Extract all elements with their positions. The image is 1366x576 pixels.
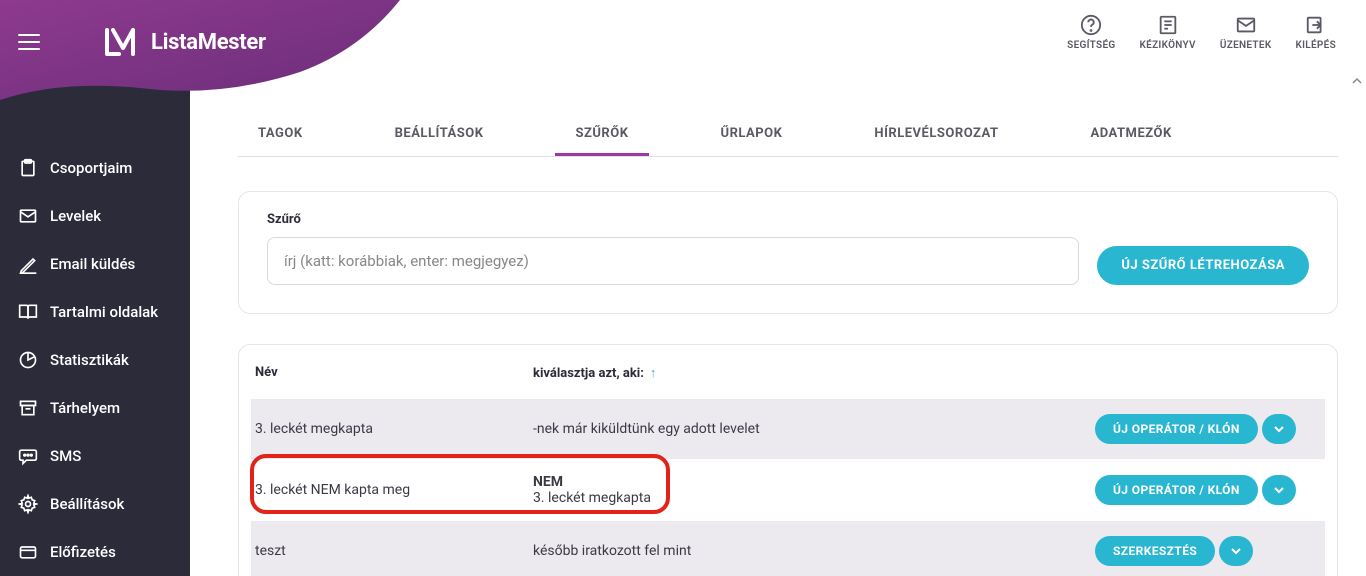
sidebar-item-sms[interactable]: SMS: [0, 432, 190, 480]
col-header-name[interactable]: Név: [251, 365, 533, 381]
archive-icon: [18, 398, 38, 418]
scroll-up-icon[interactable]: [1352, 76, 1362, 86]
row-desc: -nek már kiküldtünk egy adott levelet: [533, 421, 1095, 437]
tab-members[interactable]: TAGOK: [238, 114, 323, 156]
logout-label: KILÉPÉS: [1295, 40, 1336, 51]
sidebar-item-label: Csoportjaim: [50, 159, 132, 177]
tabs: TAGOK BEÁLLÍTÁSOK SZŰRŐK ŰRLAPOK HÍRLEVÉ…: [238, 114, 1338, 157]
sidebar-item-subscription[interactable]: Előfizetés: [0, 528, 190, 576]
sidebar-item-label: Beállítások: [50, 495, 124, 513]
tab-settings[interactable]: BEÁLLÍTÁSOK: [375, 114, 504, 156]
chevron-down-icon: [1231, 546, 1241, 556]
operator-clone-button[interactable]: ÚJ OPERÁTOR / KLÓN: [1095, 414, 1258, 444]
row-desc: később iratkozott fel mint: [533, 543, 1095, 559]
help-label: SEGÍTSÉG: [1067, 40, 1115, 51]
tab-forms[interactable]: ŰRLAPOK: [701, 114, 803, 156]
card-icon: [18, 542, 38, 562]
chat-icon: [18, 446, 38, 466]
filter-card: Szűrő ÚJ SZŰRŐ LÉTREHOZÁSA: [238, 191, 1338, 314]
filter-label: Szűrő: [267, 212, 1079, 227]
chevron-down-icon: [1274, 424, 1284, 434]
mail-icon: [18, 206, 38, 226]
gear-icon: [18, 494, 38, 514]
logout-link[interactable]: KILÉPÉS: [1295, 14, 1336, 51]
row-name: 3. leckét NEM kapta meg: [251, 482, 533, 498]
messages-link[interactable]: ÜZENETEK: [1220, 14, 1272, 51]
pencil-icon: [18, 254, 38, 274]
book-icon: [1157, 14, 1179, 36]
sidebar-item-send[interactable]: Email küldés: [0, 240, 190, 288]
logo-text: ListaMester: [151, 30, 266, 55]
table-row: 3. leckét NEM kapta meg NEM 3. leckét me…: [251, 459, 1325, 521]
table-row: 3. leckét megkapta -nek már kiküldtünk e…: [251, 399, 1325, 459]
logout-icon: [1305, 14, 1327, 36]
tab-newsletter[interactable]: HÍRLEVÉLSOROZAT: [854, 114, 1018, 156]
sort-ascending-icon: ↑: [650, 365, 657, 381]
envelope-icon: [1235, 14, 1257, 36]
row-dropdown-button[interactable]: [1262, 414, 1296, 444]
chart-pie-icon: [18, 350, 38, 370]
book-open-icon: [18, 302, 38, 322]
sidebar-item-label: Tárhelyem: [50, 399, 120, 417]
create-filter-button[interactable]: ÚJ SZŰRŐ LÉTREHOZÁSA: [1097, 246, 1309, 285]
logo-icon: [105, 28, 141, 56]
col-header-desc[interactable]: kiválasztja azt, aki: ↑: [533, 365, 1095, 381]
row-name: teszt: [251, 543, 533, 559]
row-dropdown-button[interactable]: [1219, 536, 1253, 566]
sidebar-item-label: SMS: [50, 447, 81, 465]
row-dropdown-button[interactable]: [1262, 475, 1296, 505]
sidebar-item-label: Tartalmi oldalak: [50, 303, 158, 321]
sidebar-item-pages[interactable]: Tartalmi oldalak: [0, 288, 190, 336]
tab-datafields[interactable]: ADATMEZŐK: [1071, 114, 1192, 156]
main-content: TAGOK BEÁLLÍTÁSOK SZŰRŐK ŰRLAPOK HÍRLEVÉ…: [190, 72, 1366, 576]
row-desc: NEM 3. leckét megkapta: [533, 474, 1095, 506]
chevron-down-icon: [1274, 485, 1284, 495]
logo[interactable]: ListaMester: [105, 28, 266, 56]
sidebar-item-label: Levelek: [50, 207, 101, 225]
sidebar-item-label: Email küldés: [50, 255, 135, 273]
manual-label: KÉZIKÖNYV: [1140, 40, 1196, 51]
table-row: teszt később iratkozott fel mint SZERKES…: [251, 521, 1325, 576]
help-icon: [1080, 14, 1102, 36]
filters-table: Név kiválasztja azt, aki: ↑ 3. leckét me…: [238, 344, 1338, 576]
tab-filters[interactable]: SZŰRŐK: [555, 114, 648, 156]
row-name: 3. leckét megkapta: [251, 421, 533, 437]
sidebar: ListaMester Csoportjaim Levelek Email kü…: [0, 0, 190, 576]
operator-clone-button[interactable]: ÚJ OPERÁTOR / KLÓN: [1095, 475, 1258, 505]
sidebar-item-label: Statisztikák: [50, 351, 129, 369]
clipboard-icon: [18, 158, 38, 178]
sidebar-item-label: Előfizetés: [50, 543, 116, 561]
help-link[interactable]: SEGÍTSÉG: [1067, 14, 1115, 51]
edit-button[interactable]: SZERKESZTÉS: [1095, 536, 1215, 566]
menu-toggle[interactable]: [18, 34, 40, 50]
sidebar-item-stats[interactable]: Statisztikák: [0, 336, 190, 384]
messages-label: ÜZENETEK: [1220, 40, 1272, 51]
filter-input[interactable]: [267, 237, 1079, 285]
sidebar-item-letters[interactable]: Levelek: [0, 192, 190, 240]
sidebar-item-settings[interactable]: Beállítások: [0, 480, 190, 528]
manual-link[interactable]: KÉZIKÖNYV: [1140, 14, 1196, 51]
sidebar-item-groups[interactable]: Csoportjaim: [0, 144, 190, 192]
sidebar-item-storage[interactable]: Tárhelyem: [0, 384, 190, 432]
